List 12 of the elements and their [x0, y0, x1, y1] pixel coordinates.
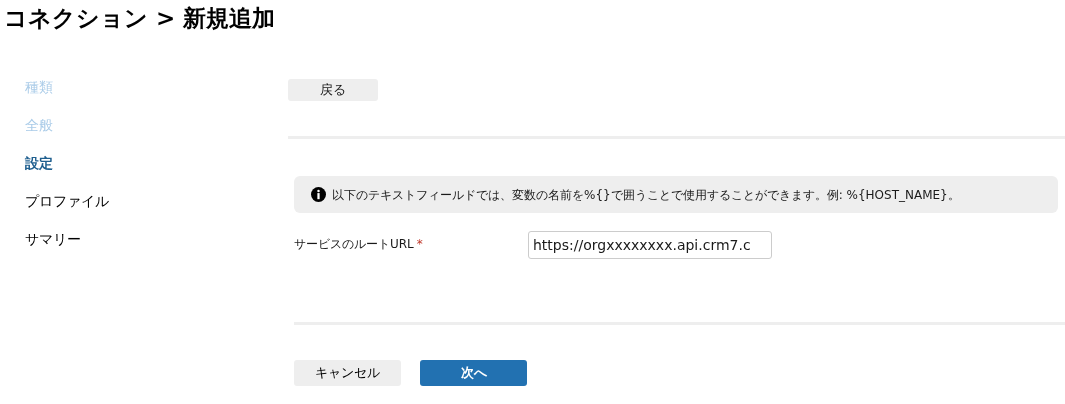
- next-button[interactable]: 次へ: [420, 360, 527, 386]
- step-item[interactable]: 設定: [25, 153, 288, 191]
- info-icon: [311, 187, 326, 202]
- step-item[interactable]: サマリー: [25, 229, 288, 267]
- field-label: サービスのルートURL *: [294, 236, 424, 253]
- step-item[interactable]: プロファイル: [25, 191, 288, 229]
- info-text: 以下のテキストフィールドでは、変数の名前を%{}で囲うことで使用することができます。例: %{HOST_NAME}。: [332, 186, 960, 204]
- required-icon: *: [416, 237, 423, 251]
- cancel-button[interactable]: キャンセル: [294, 360, 401, 386]
- page-title: コネクション > 新規追加: [3, 4, 277, 33]
- back-button[interactable]: 戻る: [288, 78, 378, 101]
- url-input-field[interactable]: https://orgxxxxxxxx.api.crm7.c: [528, 231, 772, 259]
